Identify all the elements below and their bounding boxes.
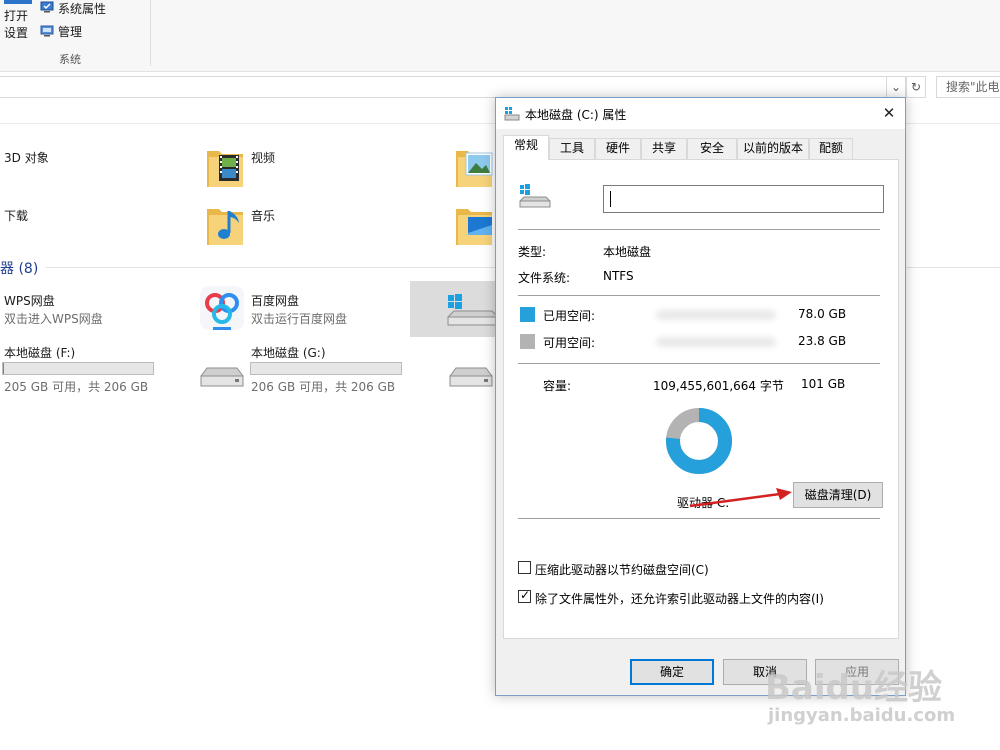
device-f-name[interactable]: 本地磁盘 (F:) (4, 344, 75, 361)
index-label: 除了文件属性外，还允许索引此驱动器上文件的内容(I) (535, 592, 824, 606)
drive-name-input[interactable] (603, 185, 884, 213)
open-icon (4, 0, 32, 4)
system-properties-button[interactable]: 系统属性 (58, 0, 106, 17)
device-g-sub: 206 GB 可用，共 206 GB (251, 380, 396, 394)
free-space-swatch (520, 334, 535, 349)
divider-1 (518, 229, 880, 230)
ribbon: 打开 设置 系统属性 管理 系统 (0, 0, 1000, 72)
type-label: 类型: (518, 245, 547, 259)
compress-label: 压缩此驱动器以节约磁盘空间(C) (535, 563, 709, 577)
manage-icon (40, 25, 54, 37)
filesystem-value: NTFS (603, 269, 634, 283)
properties-dialog: 本地磁盘 (C:) 属性 ✕ 常规 工具 硬件 共享 安全 以前的版本 配额 类… (495, 97, 906, 696)
disk-cleanup-button[interactable]: 磁盘清理(D) (793, 482, 883, 508)
divider-2 (518, 295, 880, 296)
drive-h-item[interactable] (448, 360, 494, 392)
drive-h-icon (449, 367, 493, 387)
folder-desktop-icon (456, 209, 492, 245)
capacity-bytes: 109,455,601,664 字节 (653, 379, 784, 393)
drive-g-icon (200, 367, 244, 387)
address-dropdown-button[interactable]: ⌄ (886, 76, 906, 98)
folder-music-icon (207, 209, 243, 245)
usage-donut-chart (666, 408, 732, 474)
tab-security[interactable]: 安全 (687, 138, 737, 159)
open-button[interactable]: 打开 (4, 7, 28, 24)
red-arrow-annotation (689, 488, 792, 508)
refresh-button[interactable]: ↻ (906, 76, 926, 98)
drive-c-icon (447, 294, 499, 326)
baidu-netdisk-item[interactable] (199, 285, 245, 333)
free-space-label: 可用空间: (543, 336, 596, 350)
settings-button[interactable]: 设置 (4, 24, 28, 41)
address-bar[interactable] (0, 76, 906, 98)
baidu-netdisk-icon (200, 286, 244, 330)
drive-f-capacity-bar (2, 362, 154, 375)
folder-video-item[interactable] (205, 145, 245, 189)
capacity-value: 101 GB (801, 377, 846, 391)
close-icon: ✕ (882, 104, 896, 122)
used-bytes-redacted (656, 310, 776, 320)
tab-hardware[interactable]: 硬件 (595, 138, 641, 159)
type-value: 本地磁盘 (603, 245, 652, 259)
folder-music-item[interactable] (205, 203, 245, 247)
drive-g-item[interactable] (199, 360, 245, 392)
index-checkbox[interactable]: ✓ (518, 588, 531, 603)
devices-section-title[interactable]: 器 (8) (0, 258, 38, 278)
device-baidu-sub: 双击运行百度网盘 (251, 312, 348, 326)
device-baidu-name: 百度网盘 (251, 294, 300, 308)
filesystem-label: 文件系统: (518, 271, 571, 285)
drive-f-capacity-fill (3, 363, 4, 374)
tab-general[interactable]: 常规 (503, 135, 549, 160)
folder-pictures-item[interactable] (454, 145, 494, 189)
baidu-watermark-logo: Baidu经验 (765, 668, 943, 708)
tab-sharing[interactable]: 共享 (641, 138, 687, 159)
ribbon-separator (150, 0, 151, 66)
system-properties-icon (40, 1, 54, 13)
dialog-title: 本地磁盘 (C:) 属性 (525, 108, 627, 122)
folder-video-icon (207, 151, 243, 187)
device-f-sub: 205 GB 可用，共 206 GB (4, 380, 149, 394)
used-space-label: 已用空间: (543, 309, 596, 323)
search-input[interactable]: 搜索"此电... (936, 76, 1000, 98)
drive-g-capacity-bar (250, 362, 402, 375)
free-space-value: 23.8 GB (798, 334, 847, 348)
tab-tools[interactable]: 工具 (549, 138, 595, 159)
tab-quota[interactable]: 配额 (809, 138, 853, 159)
text-caret (610, 191, 611, 207)
tab-previous-versions[interactable]: 以前的版本 (737, 138, 809, 159)
divider-4 (518, 518, 880, 519)
folder-music-label: 音乐 (251, 209, 276, 223)
used-space-value: 78.0 GB (798, 307, 847, 321)
refresh-icon: ↻ (910, 80, 922, 94)
check-icon: ✓ (520, 588, 531, 602)
ribbon-group-label: 系统 (59, 53, 81, 66)
folder-downloads[interactable]: 下载 (4, 207, 28, 224)
device-g-name: 本地磁盘 (G:) (251, 346, 326, 360)
folder-video-label: 视频 (251, 151, 276, 165)
manage-button[interactable]: 管理 (58, 23, 82, 40)
folder-desktop-item[interactable] (454, 203, 494, 247)
drive-c-tile[interactable] (410, 281, 500, 337)
ok-button[interactable]: 确定 (630, 659, 714, 685)
folder-3d-objects[interactable]: 3D 对象 (4, 149, 49, 166)
used-space-swatch (520, 307, 535, 322)
capacity-label: 容量: (543, 379, 572, 393)
folder-pictures-icon (456, 151, 493, 187)
free-bytes-redacted (656, 337, 776, 347)
drive-large-icon (519, 184, 551, 208)
compress-checkbox[interactable] (518, 561, 531, 574)
divider-3 (518, 363, 880, 364)
device-wps-sub: 双击进入WPS网盘 (4, 312, 103, 326)
dialog-titlebar[interactable]: 本地磁盘 (C:) 属性 ✕ (496, 98, 905, 129)
drive-title-icon (504, 107, 520, 121)
device-wps-name[interactable]: WPS网盘 (4, 292, 55, 309)
close-button[interactable]: ✕ (875, 102, 903, 124)
baidu-watermark-url: jingyan.baidu.com (768, 705, 956, 726)
